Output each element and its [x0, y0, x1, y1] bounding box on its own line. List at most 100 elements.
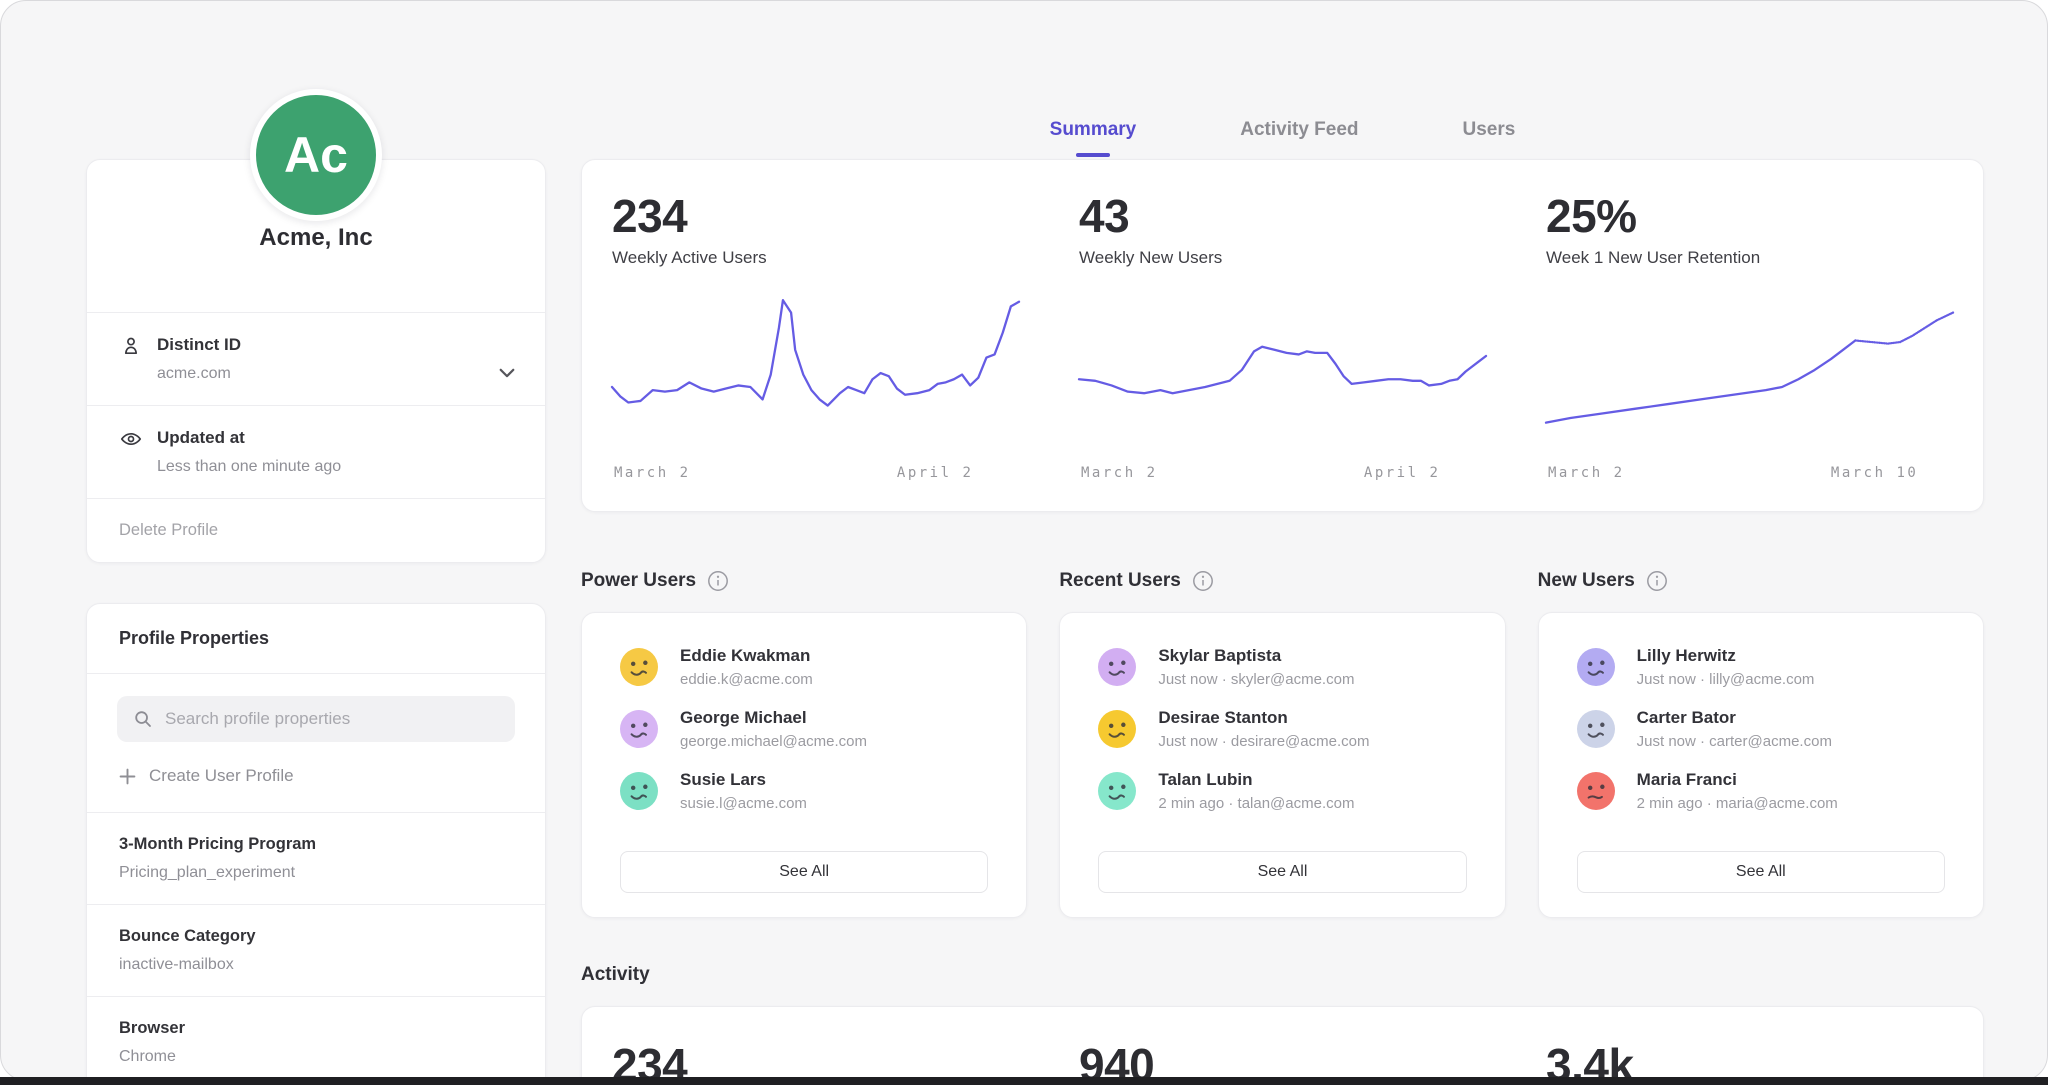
property-name: Bounce Category [119, 927, 513, 946]
tab-users[interactable]: Users [1459, 119, 1520, 157]
plus-icon [119, 768, 136, 785]
stat-label: Weekly Active Users [612, 248, 1019, 268]
field-value: Less than one minute ago [157, 458, 341, 476]
sparkline-chart [612, 294, 1019, 449]
user-avatar [1577, 772, 1615, 810]
user-name: Talan Lubin [1158, 770, 1354, 790]
info-icon[interactable] [1646, 570, 1668, 592]
user-meta: Just now · carter@acme.com [1637, 733, 1832, 750]
property-row: Browser Chrome [87, 996, 545, 1081]
eye-icon [119, 427, 143, 451]
tab-summary[interactable]: Summary [1046, 119, 1141, 157]
user-name: Desirae Stanton [1158, 708, 1369, 728]
new-users-section: New Users Lilly Herwitz Just n [1538, 568, 1984, 918]
user-meta: Just now · lilly@acme.com [1637, 671, 1815, 688]
user-row[interactable]: Desirae Stanton Just now · desirare@acme… [1098, 703, 1466, 755]
delete-profile-button[interactable]: Delete Profile [87, 498, 545, 562]
screen-bottom-edge [0, 1077, 2048, 1085]
stat-label: Week 1 New User Retention [1546, 248, 1953, 268]
updated-at-row: Updated at Less than one minute ago [87, 405, 545, 498]
activity-section-title: Activity [581, 964, 1984, 986]
recent-users-section: Recent Users Skylar Baptista J [1059, 568, 1505, 918]
user-meta: 2 min ago · maria@acme.com [1637, 795, 1838, 812]
user-meta: Just now · desirare@acme.com [1158, 733, 1369, 750]
x-axis: March 2 April 2 [612, 465, 1019, 485]
activity-stat-value: 234 [612, 1041, 1019, 1081]
property-row: 3-Month Pricing Program Pricing_plan_exp… [87, 812, 545, 904]
stat-label: Weekly New Users [1079, 248, 1486, 268]
summary-stats-card: 234 Weekly Active Users March 2 April 2 … [581, 159, 1984, 512]
user-name: Maria Franci [1637, 770, 1838, 790]
section-title: Power Users [581, 570, 696, 592]
property-row: Bounce Category inactive-mailbox [87, 904, 545, 996]
user-email: eddie.k@acme.com [680, 671, 813, 688]
user-row[interactable]: Maria Franci 2 min ago · maria@acme.com [1577, 765, 1945, 817]
user-name: Eddie Kwakman [680, 646, 813, 666]
activity-card: 234 940 3.4k [581, 1006, 1984, 1081]
user-row[interactable]: Lilly Herwitz Just now · lilly@acme.com [1577, 641, 1945, 693]
see-all-button[interactable]: See All [620, 851, 988, 893]
x-tick-label: March 2 [614, 465, 691, 481]
stat-value: 43 [1079, 192, 1486, 240]
field-value: acme.com [157, 365, 241, 383]
main-content: Summary Activity Feed Users 234 Weekly A… [581, 1, 1984, 1080]
stat-weekly-active-users: 234 Weekly Active Users March 2 April 2 [582, 192, 1049, 485]
power-users-section: Power Users Eddie Kwakman eddi [581, 568, 1027, 918]
property-name: 3-Month Pricing Program [119, 835, 513, 854]
user-row[interactable]: Susie Lars susie.l@acme.com [620, 765, 988, 817]
see-all-button[interactable]: See All [1098, 851, 1466, 893]
x-tick-label: March 10 [1831, 465, 1918, 481]
company-avatar: Ac [250, 89, 382, 221]
user-row[interactable]: Talan Lubin 2 min ago · talan@acme.com [1098, 765, 1466, 817]
create-user-profile-button[interactable]: Create User Profile [119, 766, 513, 786]
create-user-profile-label: Create User Profile [149, 766, 294, 786]
user-avatar [1577, 648, 1615, 686]
distinct-id-row: Distinct ID acme.com [87, 312, 545, 405]
power-users-card: Eddie Kwakman eddie.k@acme.com George Mi… [581, 612, 1027, 918]
company-name: Acme, Inc [87, 224, 545, 312]
stat-value: 25% [1546, 192, 1953, 240]
user-row[interactable]: Eddie Kwakman eddie.k@acme.com [620, 641, 988, 693]
app-window: Ac Acme, Inc Distinct ID acme.com [0, 0, 2048, 1081]
sparkline-chart [1546, 294, 1953, 449]
stat-weekly-new-users: 43 Weekly New Users March 2 April 2 [1049, 192, 1516, 485]
sparkline-chart [1079, 294, 1486, 449]
new-users-card: Lilly Herwitz Just now · lilly@acme.com … [1538, 612, 1984, 918]
search-input[interactable] [165, 709, 499, 729]
user-avatar [1098, 710, 1136, 748]
property-value: Pricing_plan_experiment [119, 864, 513, 882]
user-name: Carter Bator [1637, 708, 1832, 728]
info-icon[interactable] [707, 570, 729, 592]
field-label: Updated at [157, 428, 341, 448]
user-name: George Michael [680, 708, 867, 728]
info-icon[interactable] [1192, 570, 1214, 592]
divider [87, 673, 545, 674]
tab-bar: Summary Activity Feed Users [581, 1, 1984, 159]
x-axis: March 2 March 10 [1546, 465, 1953, 485]
user-name: Susie Lars [680, 770, 807, 790]
see-all-button[interactable]: See All [1577, 851, 1945, 893]
stat-week1-retention: 25% Week 1 New User Retention March 2 Ma… [1516, 192, 1983, 485]
user-avatar [1577, 710, 1615, 748]
person-icon [119, 334, 143, 358]
activity-stat-value: 3.4k [1546, 1041, 1953, 1081]
section-title: Recent Users [1059, 570, 1180, 592]
tab-activity-feed[interactable]: Activity Feed [1236, 119, 1362, 157]
activity-stat-value: 940 [1079, 1041, 1486, 1081]
user-email: susie.l@acme.com [680, 795, 807, 812]
user-avatar [620, 710, 658, 748]
user-name: Lilly Herwitz [1637, 646, 1815, 666]
user-row[interactable]: Skylar Baptista Just now · skyler@acme.c… [1098, 641, 1466, 693]
user-row[interactable]: George Michael george.michael@acme.com [620, 703, 988, 755]
profile-properties-card: Profile Properties Create User Profile 3… [86, 603, 546, 1081]
user-meta: Just now · skyler@acme.com [1158, 671, 1354, 688]
user-avatar [1098, 648, 1136, 686]
user-row[interactable]: Carter Bator Just now · carter@acme.com [1577, 703, 1945, 755]
profile-properties-search [117, 696, 515, 742]
x-axis: March 2 April 2 [1079, 465, 1486, 485]
field-label: Distinct ID [157, 335, 241, 355]
user-avatar [620, 648, 658, 686]
stat-value: 234 [612, 192, 1019, 240]
chevron-down-icon[interactable] [497, 363, 517, 383]
company-avatar-text: Ac [284, 126, 348, 184]
